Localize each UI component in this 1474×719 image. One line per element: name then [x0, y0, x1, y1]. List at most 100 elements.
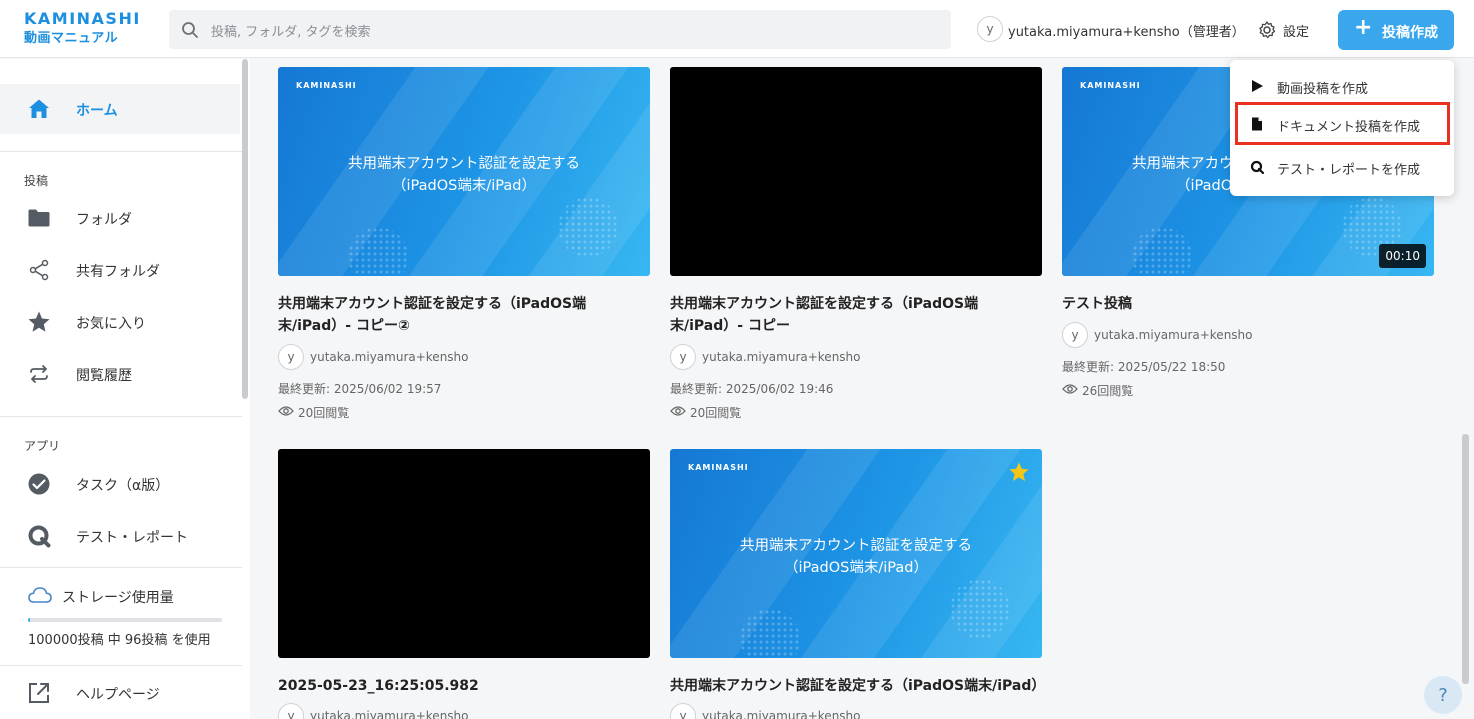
author-name: yutaka.miyamura+kensho	[310, 709, 469, 719]
sidebar-item-label: ホーム	[76, 103, 118, 119]
sidebar-item-label: お気に入り	[76, 316, 146, 332]
help-button[interactable]: ?	[1424, 676, 1462, 714]
post-title[interactable]: 共用端末アカウント認証を設定する（iPadOS端末/iPad）- コピー	[670, 293, 1042, 337]
logo-text: KAMINASHI	[24, 9, 141, 28]
post-thumbnail[interactable]	[278, 449, 650, 658]
top-header: KAMINASHI 動画マニュアル 投稿, フォルダ, タグを検索 y yuta…	[0, 0, 1474, 58]
gear-icon	[1259, 21, 1276, 39]
settings-label: 設定	[1283, 25, 1310, 40]
avatar: y	[977, 16, 1003, 42]
thumbnail-title-line: 共用端末アカウント認証を設定する	[348, 156, 580, 172]
post-title[interactable]: 共用端末アカウント認証を設定する（iPadOS端末/iPad）	[670, 675, 1045, 697]
menu-item-create-video[interactable]: 動画投稿を作成	[1230, 67, 1454, 105]
post-card[interactable]: KAMINASHI 共用端末アカウント認証を設定する （iPadOS端末/iPa…	[670, 449, 1045, 719]
avatar: y	[670, 703, 696, 719]
divider	[0, 567, 242, 568]
thumbnail-decoration	[1132, 227, 1192, 276]
thumbnail-brand: KAMINASHI	[1080, 81, 1141, 90]
app-logo[interactable]: KAMINASHI 動画マニュアル	[24, 9, 141, 46]
author-name: yutaka.miyamura+kensho	[310, 350, 469, 364]
thumbnail-brand: KAMINASHI	[296, 81, 357, 90]
thumbnail-decoration	[950, 579, 1010, 639]
favorite-star-icon[interactable]	[1008, 461, 1030, 483]
avatar: y	[1062, 322, 1088, 348]
storage-usage-text: 100000投稿 中 96投稿 を使用	[28, 633, 211, 648]
sidebar-item-help[interactable]: ヘルプページ	[0, 668, 240, 718]
quiz-icon	[1250, 160, 1264, 174]
sidebar-item-shared-folder[interactable]: 共有フォルダ	[0, 245, 240, 295]
create-post-label: 投稿作成	[1382, 25, 1438, 41]
star-icon	[28, 311, 50, 332]
logo-subtitle: 動画マニュアル	[24, 31, 119, 46]
menu-item-label: 動画投稿を作成	[1277, 82, 1369, 97]
thumbnail-title-line: 共用端末アカウント認証を設定する	[740, 538, 972, 554]
main-scrollbar[interactable]	[1462, 434, 1469, 684]
sidebar-item-tests[interactable]: テスト・レポート	[0, 511, 240, 561]
check-circle-icon	[28, 473, 50, 495]
thumbnail-title: 共用端末アカウント認証を設定する （iPadOS端末/iPad）	[278, 153, 650, 197]
post-thumbnail[interactable]	[670, 67, 1042, 276]
post-card[interactable]: KAMINASHI 共用端末アカウント認証を設定する （iPadOS端末/iPa…	[278, 67, 650, 427]
sidebar-item-history[interactable]: 閲覧履歴	[0, 349, 240, 399]
post-title[interactable]: 共用端末アカウント認証を設定する（iPadOS端末/iPad）- コピー②	[278, 293, 650, 337]
sidebar-item-label: ヘルプページ	[76, 687, 160, 703]
author-name: yutaka.miyamura+kensho	[1094, 328, 1253, 342]
sidebar-item-label: テスト・レポート	[76, 530, 188, 546]
author-name: yutaka.miyamura+kensho	[702, 350, 861, 364]
sidebar-scrollbar[interactable]	[242, 59, 248, 399]
sidebar-item-home[interactable]: ホーム	[0, 84, 240, 134]
storage-progress-bar	[28, 618, 222, 622]
sidebar-item-label: 閲覧履歴	[76, 368, 132, 384]
eye-icon	[278, 406, 294, 416]
highlight-box	[1235, 102, 1450, 145]
sidebar-item-folder[interactable]: フォルダ	[0, 193, 240, 243]
storage-title: ストレージ使用量	[62, 590, 174, 606]
thumbnail-brand: KAMINASHI	[688, 463, 749, 472]
quiz-icon	[28, 525, 51, 548]
divider	[0, 416, 242, 417]
menu-item-create-test[interactable]: テスト・レポートを作成	[1230, 148, 1454, 186]
divider	[0, 665, 242, 666]
view-count: 20回閲覧	[690, 406, 742, 420]
create-post-button[interactable]: + 投稿作成	[1338, 10, 1454, 50]
section-label-apps: アプリ	[24, 439, 61, 453]
share-icon	[29, 259, 49, 281]
sidebar-item-favorites[interactable]: お気に入り	[0, 297, 240, 347]
post-thumbnail[interactable]: KAMINASHI 共用端末アカウント認証を設定する （iPadOS端末/iPa…	[670, 449, 1042, 658]
sidebar: ホーム 投稿 フォルダ 共有フォルダ お気に入り 閲覧履歴 アプリ タスク（α版…	[0, 59, 250, 719]
sidebar-item-label: 共有フォルダ	[76, 264, 160, 280]
post-card[interactable]: 2025-05-23_16:25:05.982 y yutaka.miyamur…	[278, 449, 650, 719]
post-thumbnail[interactable]: KAMINASHI 共用端末アカウント認証を設定する （iPadOS端末/iPa…	[278, 67, 650, 276]
avatar: y	[278, 344, 304, 370]
post-updated-date: 最終更新: 2025/06/02 19:46	[670, 382, 834, 396]
post-updated-date: 最終更新: 2025/06/02 19:57	[278, 382, 442, 396]
eye-icon	[1062, 384, 1078, 394]
view-count: 20回閲覧	[298, 406, 350, 420]
thumbnail-title-line: （iPadOS端末/iPad）	[784, 560, 928, 576]
avatar: y	[278, 703, 304, 719]
plus-icon: +	[1354, 15, 1373, 40]
post-title[interactable]: テスト投稿	[1062, 293, 1434, 315]
search-placeholder: 投稿, フォルダ, タグを検索	[211, 25, 371, 40]
search-input[interactable]: 投稿, フォルダ, タグを検索	[169, 10, 951, 49]
duration-badge: 00:10	[1379, 244, 1426, 268]
post-title[interactable]: 2025-05-23_16:25:05.982	[278, 675, 650, 697]
post-card[interactable]: 共用端末アカウント認証を設定する（iPadOS端末/iPad）- コピー y y…	[670, 67, 1042, 427]
storage-progress-fill	[28, 618, 30, 622]
thumbnail-decoration	[740, 609, 800, 658]
divider	[0, 151, 242, 152]
sidebar-item-label: タスク（α版）	[76, 478, 170, 494]
thumbnail-title: 共用端末アカウント認証を設定する （iPadOS端末/iPad）	[670, 535, 1042, 579]
cloud-icon	[28, 587, 52, 603]
external-link-icon	[29, 683, 49, 703]
folder-icon	[28, 209, 50, 227]
play-icon	[1252, 80, 1263, 92]
thumbnail-decoration	[558, 197, 618, 257]
avatar: y	[670, 344, 696, 370]
view-count: 26回閲覧	[1082, 384, 1134, 398]
search-icon	[182, 22, 198, 38]
home-icon	[29, 99, 49, 118]
thumbnail-title-line: （iPadOS端末/iPad）	[392, 178, 536, 194]
repeat-icon	[30, 365, 48, 383]
sidebar-item-tasks[interactable]: タスク（α版）	[0, 459, 240, 509]
